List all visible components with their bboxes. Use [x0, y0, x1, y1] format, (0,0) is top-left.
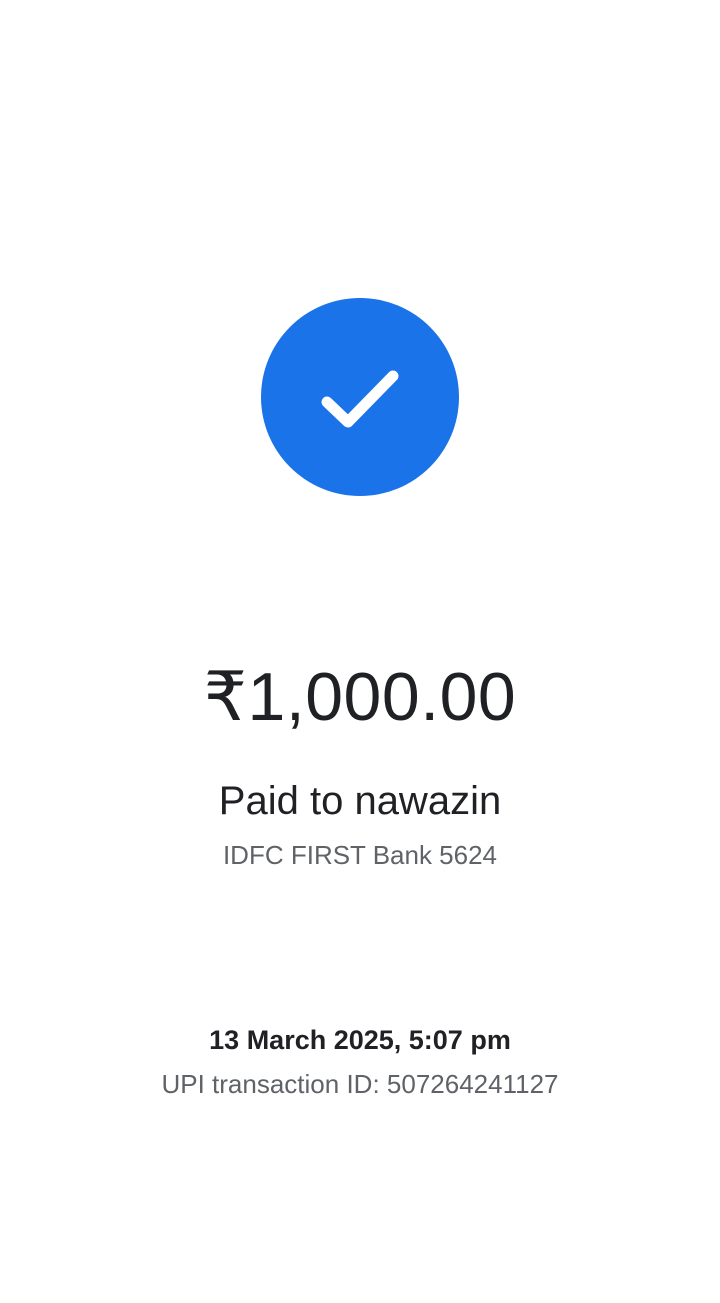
payment-amount: ₹1,000.00	[203, 659, 517, 735]
upi-transaction-id: UPI transaction ID: 507264241127	[161, 1069, 559, 1099]
payment-success-badge	[261, 298, 459, 496]
transaction-datetime: 13 March 2025, 5:07 pm	[209, 1025, 511, 1055]
bank-account: IDFC FIRST Bank 5624	[222, 840, 498, 870]
check-icon	[321, 370, 399, 428]
payee-name: Paid to nawazin	[218, 779, 502, 823]
